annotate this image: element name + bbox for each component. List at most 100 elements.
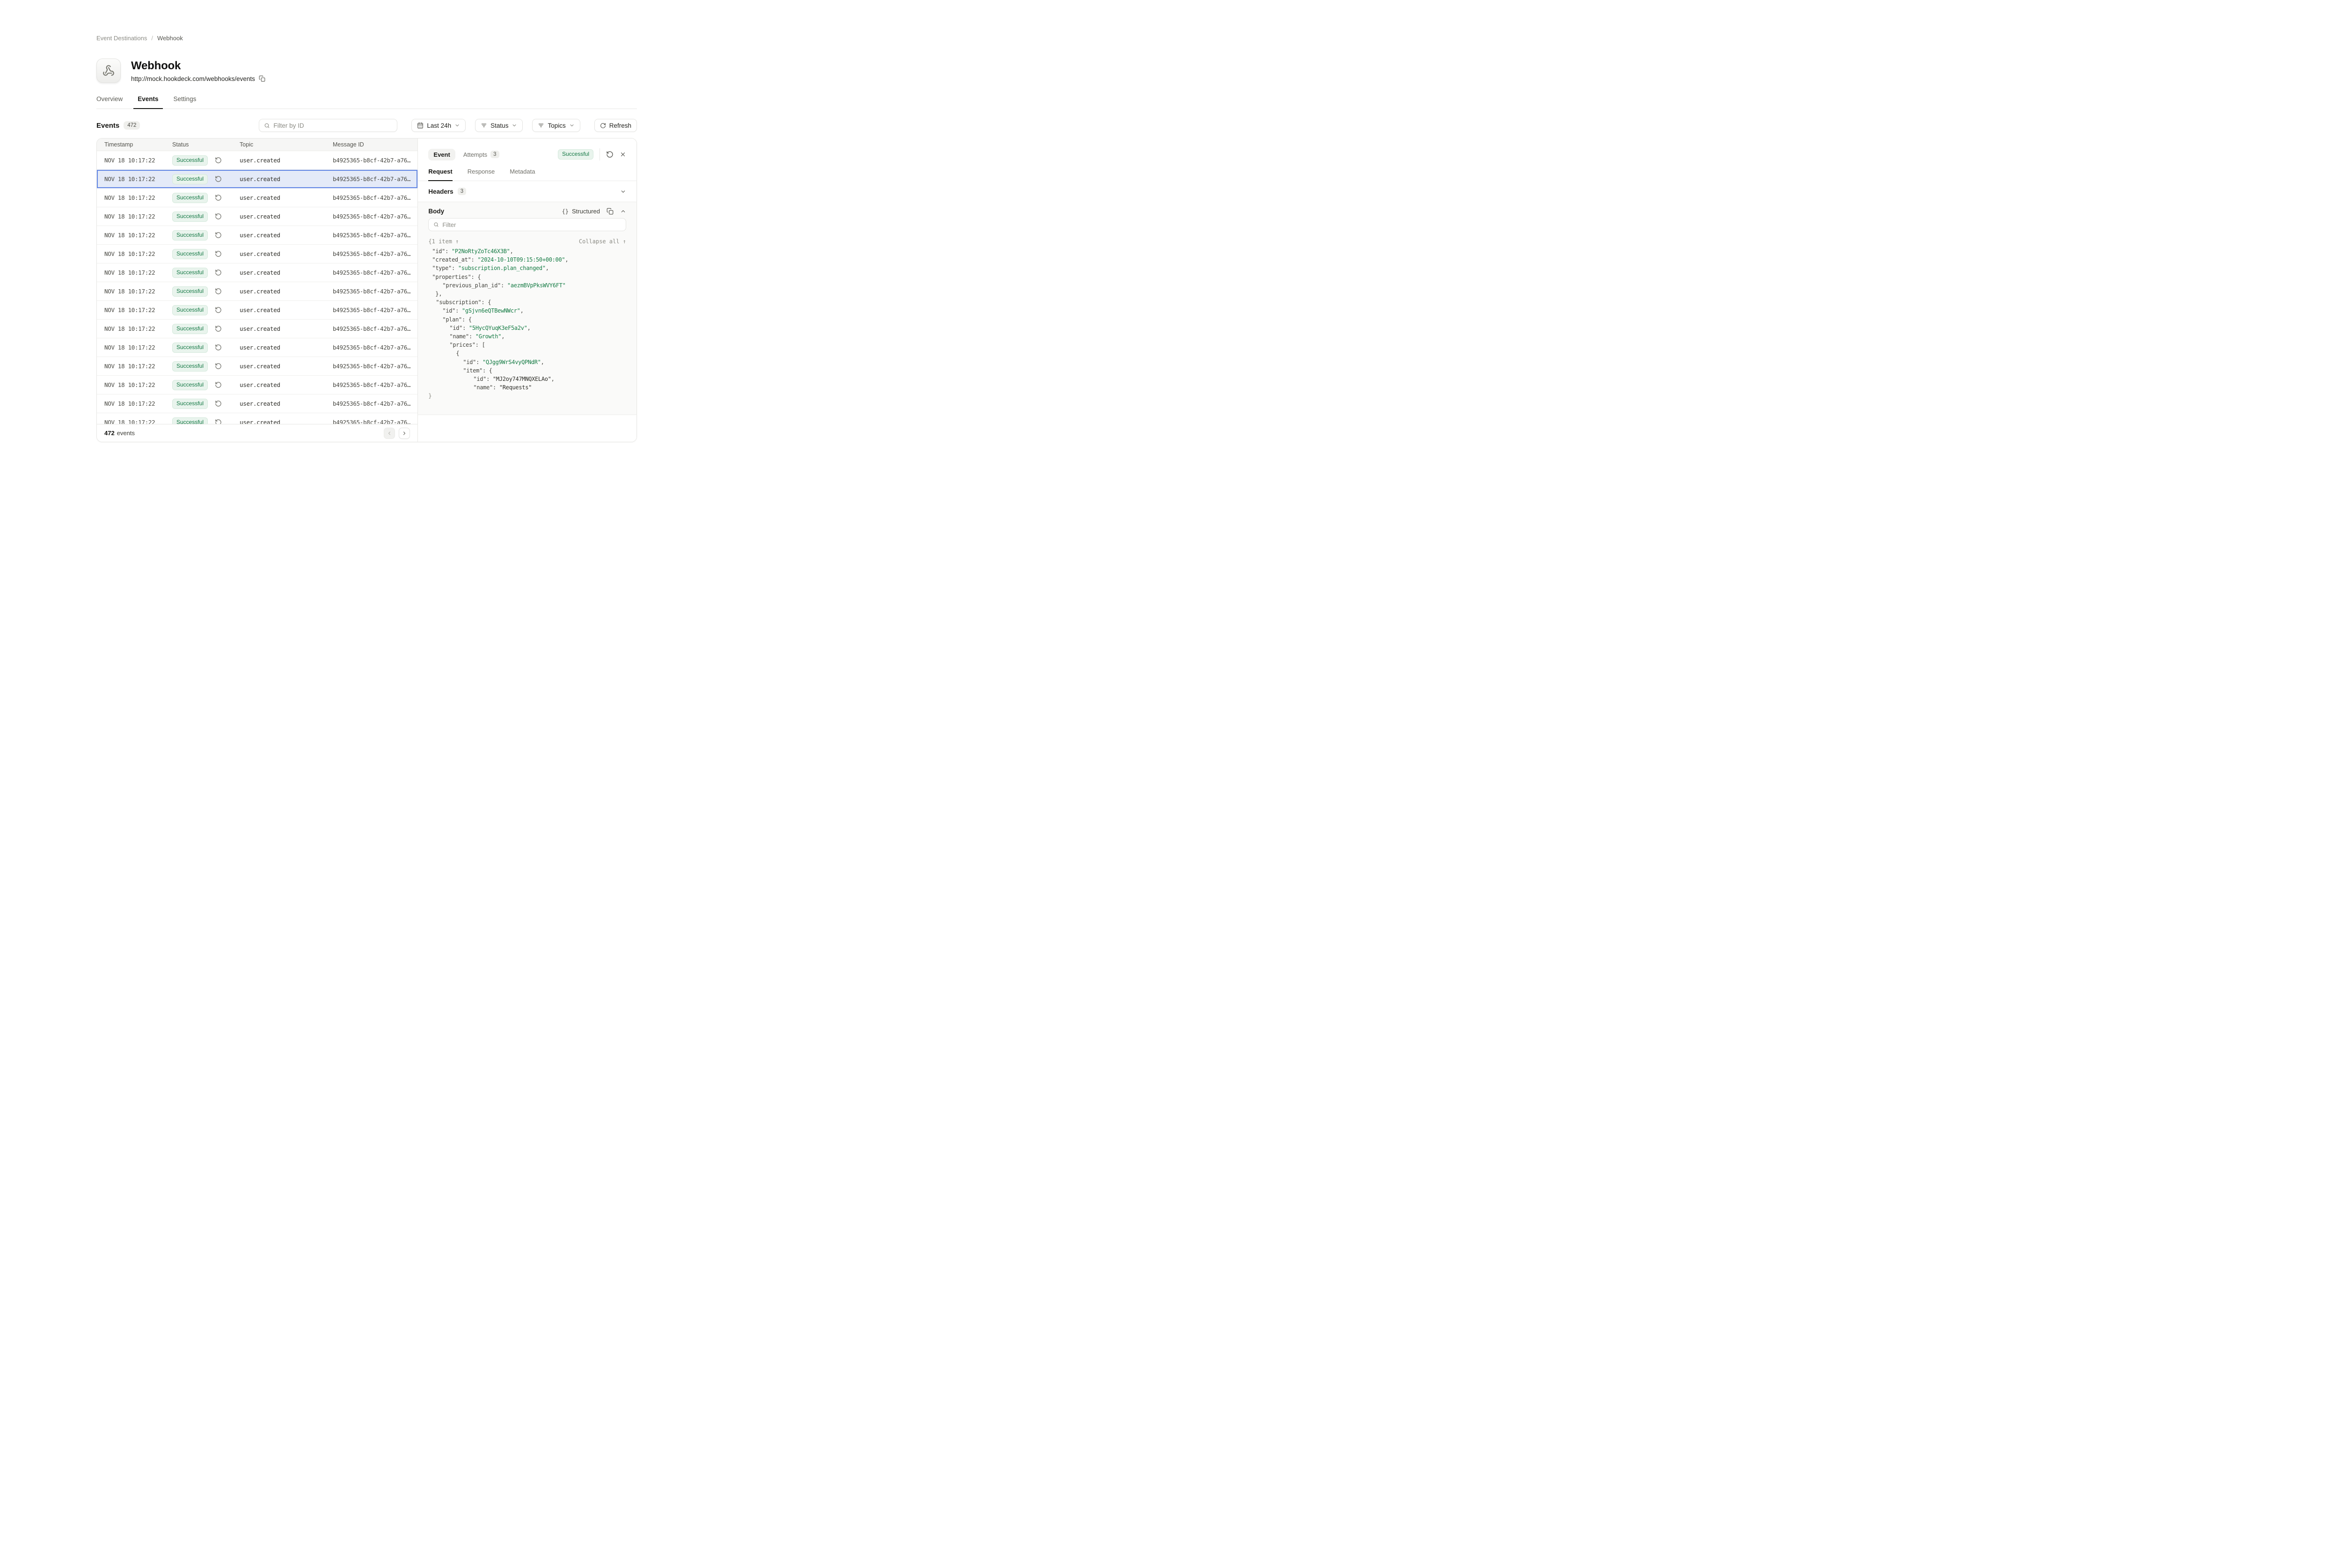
retry-event-button[interactable]	[606, 151, 614, 158]
refresh-button[interactable]: Refresh	[594, 119, 637, 132]
json-line: }	[428, 392, 626, 400]
next-page-button[interactable]	[399, 428, 410, 439]
tab-events[interactable]: Events	[133, 95, 162, 109]
table-row[interactable]: NOV 18 10:17:22Successfuluser.createdb49…	[97, 207, 417, 226]
page-title: Webhook	[131, 59, 265, 73]
retry-icon[interactable]	[215, 194, 222, 201]
retry-icon	[606, 151, 614, 158]
cell-topic: user.created	[240, 232, 333, 239]
tab-attempts[interactable]: Attempts 3	[463, 151, 499, 158]
retry-icon[interactable]	[215, 363, 222, 370]
filter-by-id-input[interactable]	[273, 122, 392, 129]
json-line: "id": "P2NoRtyZoTc46X3B",	[428, 247, 626, 255]
retry-icon[interactable]	[215, 232, 222, 239]
headers-section[interactable]: Headers 3	[418, 181, 636, 202]
cell-status: Successful	[172, 286, 240, 297]
body-filter-input[interactable]	[442, 221, 621, 228]
items-summary[interactable]: {1 item ↑	[428, 238, 459, 245]
cell-message-id: b4925365-b8cf-42b7-a76…	[333, 213, 417, 220]
status-badge: Successful	[172, 417, 208, 424]
body-title: Body	[428, 208, 444, 215]
retry-icon[interactable]	[215, 344, 222, 351]
body-filter-box[interactable]	[428, 218, 626, 231]
table-row[interactable]: NOV 18 10:17:22Successfuluser.createdb49…	[97, 282, 417, 301]
table-row[interactable]: NOV 18 10:17:22Successfuluser.createdb49…	[97, 376, 417, 394]
chevron-up-icon	[620, 208, 626, 214]
table-row[interactable]: NOV 18 10:17:22Successfuluser.createdb49…	[97, 320, 417, 338]
tab-event[interactable]: Event	[428, 149, 455, 160]
title-block: Webhook http://mock.hookdeck.com/webhook…	[131, 59, 265, 82]
retry-icon[interactable]	[215, 157, 222, 164]
copy-body-button[interactable]	[607, 208, 614, 215]
main-content: Event Destinations / Webhook Webhook htt…	[96, 0, 637, 442]
status-badge: Successful	[172, 174, 208, 184]
webhook-icon	[102, 65, 115, 77]
cell-topic: user.created	[240, 344, 333, 351]
tab-settings[interactable]: Settings	[169, 95, 201, 109]
cell-timestamp: NOV 18 10:17:22	[97, 288, 172, 295]
retry-icon[interactable]	[215, 288, 222, 295]
collapse-all-button[interactable]: Collapse all ↑	[579, 238, 626, 245]
copy-icon	[259, 75, 265, 82]
prev-page-button[interactable]	[384, 428, 395, 439]
copy-url-button[interactable]	[259, 75, 265, 82]
retry-icon[interactable]	[215, 325, 222, 332]
headers-count-badge: 3	[458, 188, 466, 195]
retry-icon[interactable]	[215, 306, 222, 314]
json-line: {	[428, 349, 626, 357]
events-card: Timestamp Status Topic Message ID NOV 18…	[96, 138, 637, 442]
cell-status: Successful	[172, 230, 240, 241]
event-status-badge: Successful	[558, 149, 593, 160]
table-row[interactable]: NOV 18 10:17:22Successfuluser.createdb49…	[97, 301, 417, 320]
retry-icon[interactable]	[215, 250, 222, 257]
retry-icon[interactable]	[215, 175, 222, 182]
panel-header: Event Attempts 3 Successful	[418, 139, 636, 160]
chevron-down-icon	[512, 123, 517, 128]
retry-icon[interactable]	[215, 419, 222, 424]
tab-overview[interactable]: Overview	[92, 95, 127, 109]
status-badge: Successful	[172, 380, 208, 390]
breadcrumb-parent[interactable]: Event Destinations	[96, 35, 147, 42]
table-row[interactable]: NOV 18 10:17:22Successfuluser.createdb49…	[97, 245, 417, 263]
retry-icon[interactable]	[215, 213, 222, 220]
table-row[interactable]: NOV 18 10:17:22Successfuluser.createdb49…	[97, 357, 417, 376]
retry-icon[interactable]	[215, 269, 222, 276]
filter-by-id-search[interactable]	[259, 119, 397, 132]
topics-filter-button[interactable]: Topics	[532, 119, 580, 132]
table-row[interactable]: NOV 18 10:17:22Successfuluser.createdb49…	[97, 338, 417, 357]
table-row[interactable]: NOV 18 10:17:22Successfuluser.createdb49…	[97, 151, 417, 170]
table-row[interactable]: NOV 18 10:17:22Successfuluser.createdb49…	[97, 413, 417, 424]
cell-status: Successful	[172, 305, 240, 315]
tab-response[interactable]: Response	[468, 168, 495, 181]
table-row[interactable]: NOV 18 10:17:22Successfuluser.createdb49…	[97, 263, 417, 282]
time-range-button[interactable]: Last 24h	[411, 119, 466, 132]
cell-timestamp: NOV 18 10:17:22	[97, 363, 172, 370]
cell-topic: user.created	[240, 175, 333, 182]
table-row[interactable]: NOV 18 10:17:22Successfuluser.createdb49…	[97, 189, 417, 207]
status-filter-button[interactable]: Status	[475, 119, 523, 132]
retry-icon[interactable]	[215, 381, 222, 388]
cell-message-id: b4925365-b8cf-42b7-a76…	[333, 250, 417, 257]
breadcrumb-separator: /	[151, 35, 153, 42]
cell-timestamp: NOV 18 10:17:22	[97, 325, 172, 332]
table-row[interactable]: NOV 18 10:17:22Successfuluser.createdb49…	[97, 394, 417, 413]
events-table: Timestamp Status Topic Message ID NOV 18…	[97, 139, 417, 442]
table-row[interactable]: NOV 18 10:17:22Successfuluser.createdb49…	[97, 170, 417, 189]
filter-lines-icon	[481, 122, 487, 129]
col-timestamp: Timestamp	[97, 141, 172, 148]
close-panel-button[interactable]	[620, 151, 626, 158]
status-badge: Successful	[172, 193, 208, 203]
cell-timestamp: NOV 18 10:17:22	[97, 175, 172, 182]
structured-mode-toggle[interactable]: {} Structured	[562, 208, 600, 215]
expand-headers-button[interactable]	[620, 189, 626, 195]
collapse-body-button[interactable]	[620, 208, 626, 214]
json-line: "type": "subscription.plan_changed",	[428, 264, 626, 272]
tab-metadata[interactable]: Metadata	[510, 168, 535, 181]
retry-icon[interactable]	[215, 400, 222, 407]
table-row[interactable]: NOV 18 10:17:22Successfuluser.createdb49…	[97, 226, 417, 245]
tab-request[interactable]: Request	[428, 168, 452, 181]
body-actions: {} Structured	[562, 208, 626, 215]
panel-bottom-spacer	[418, 415, 636, 442]
cell-message-id: b4925365-b8cf-42b7-a76…	[333, 288, 417, 295]
cell-timestamp: NOV 18 10:17:22	[97, 344, 172, 351]
